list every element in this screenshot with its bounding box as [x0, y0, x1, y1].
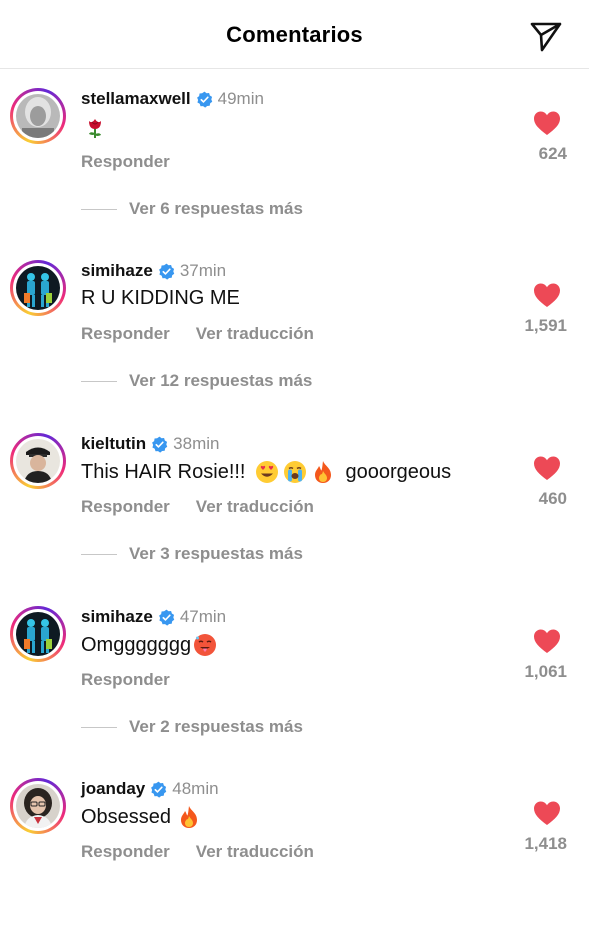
- heart-icon[interactable]: [533, 628, 561, 654]
- fire-emoji-icon: [315, 461, 332, 483]
- replies-divider: [81, 208, 117, 210]
- comment-item: joanday 48min Obsessed Responder Ver tra…: [0, 778, 589, 950]
- reply-button[interactable]: Responder: [81, 670, 170, 690]
- comment-meta: simihaze 47min: [81, 606, 226, 628]
- timestamp: 47min: [179, 607, 227, 626]
- comment-text: R U KIDDING ME: [81, 287, 240, 309]
- reply-button[interactable]: Responder: [81, 324, 170, 344]
- hot-face-emoji-icon: [194, 634, 217, 656]
- verified-badge-icon: [151, 781, 167, 798]
- like-count: 624: [538, 144, 567, 163]
- see-translation-button[interactable]: Ver traducción: [196, 324, 314, 344]
- like-count: 1,591: [524, 316, 567, 335]
- avatar[interactable]: [10, 260, 66, 316]
- avatar-photo: [16, 266, 60, 310]
- comment-meta: joanday 48min: [81, 778, 219, 800]
- view-replies-label: Ver 3 respuestas más: [129, 544, 303, 563]
- crying-face-emoji-icon: [284, 461, 307, 483]
- timestamp: 48min: [172, 779, 219, 798]
- avatar-photo: [16, 612, 60, 656]
- like-count: 460: [538, 489, 567, 508]
- replies-divider: [81, 726, 117, 728]
- view-replies-label: Ver 2 respuestas más: [129, 717, 303, 736]
- heart-icon[interactable]: [533, 110, 561, 136]
- verified-badge-icon: [152, 436, 168, 453]
- comment-actions: Responder: [81, 670, 170, 690]
- verified-badge-icon: [158, 263, 175, 280]
- comment-text: Omggggggg: [81, 633, 219, 657]
- comment-meta: stellamaxwell 49min: [81, 88, 264, 110]
- comment-text: [81, 115, 109, 139]
- comment-item: simihaze 47min Omggggggg Responder Ver 2…: [0, 606, 589, 778]
- avatar[interactable]: [10, 433, 66, 489]
- reply-button[interactable]: Responder: [81, 152, 170, 172]
- comment-actions: Responder Ver traducción: [81, 324, 314, 344]
- verified-badge-icon: [196, 91, 212, 108]
- comment-text: Obsessed: [81, 805, 203, 829]
- timestamp: 38min: [173, 434, 220, 453]
- page-title: Comentarios: [226, 22, 363, 47]
- view-replies-button[interactable]: Ver 6 respuestas más: [81, 199, 303, 219]
- username[interactable]: simihaze: [81, 607, 153, 627]
- like-count: 1,418: [524, 834, 567, 853]
- comment-item: stellamaxwell 49min Responder Ver 6 resp…: [0, 88, 589, 260]
- view-replies-button[interactable]: Ver 12 respuestas más: [81, 371, 312, 391]
- fire-emoji-icon: [181, 806, 198, 828]
- comment-actions: Responder: [81, 152, 170, 172]
- view-replies-button[interactable]: Ver 2 respuestas más: [81, 717, 303, 737]
- comment-item: kieltutin 38min This HAIR Rosie!!! gooor…: [0, 433, 589, 605]
- see-translation-button[interactable]: Ver traducción: [196, 497, 314, 517]
- comment-text: This HAIR Rosie!!! gooorgeous: [81, 460, 452, 483]
- comment-item: simihaze 37min R U KIDDING ME Responder …: [0, 260, 589, 432]
- username[interactable]: simihaze: [81, 261, 153, 281]
- comment-meta: kieltutin 38min: [81, 433, 219, 455]
- reply-button[interactable]: Responder: [81, 497, 170, 517]
- replies-divider: [81, 380, 117, 382]
- reply-button[interactable]: Responder: [81, 842, 170, 862]
- avatar-photo: [16, 94, 60, 138]
- username[interactable]: joanday: [81, 779, 145, 799]
- rose-emoji-icon: [89, 119, 101, 138]
- heart-eyes-face-emoji-icon: [256, 461, 279, 483]
- avatar[interactable]: [10, 88, 66, 144]
- like-count: 1,061: [524, 662, 567, 681]
- avatar[interactable]: [10, 606, 66, 662]
- header-bar: Comentarios: [0, 0, 589, 69]
- replies-divider: [81, 553, 117, 555]
- verified-badge-icon: [158, 609, 175, 626]
- view-replies-label: Ver 12 respuestas más: [129, 371, 313, 390]
- heart-icon[interactable]: [533, 455, 561, 481]
- timestamp: 37min: [179, 261, 227, 280]
- comment-actions: Responder Ver traducción: [81, 842, 314, 862]
- avatar[interactable]: [10, 778, 66, 834]
- heart-icon[interactable]: [533, 800, 561, 826]
- paper-plane-icon[interactable]: [528, 18, 564, 54]
- view-replies-button[interactable]: Ver 3 respuestas más: [81, 544, 303, 564]
- avatar-photo: [16, 439, 60, 483]
- comment-meta: simihaze 37min: [81, 260, 226, 282]
- view-replies-label: Ver 6 respuestas más: [129, 199, 303, 218]
- heart-icon[interactable]: [533, 282, 561, 308]
- username[interactable]: kieltutin: [81, 434, 146, 454]
- avatar-photo: [16, 784, 60, 828]
- see-translation-button[interactable]: Ver traducción: [196, 842, 314, 862]
- timestamp: 49min: [217, 89, 264, 108]
- username[interactable]: stellamaxwell: [81, 89, 191, 109]
- comment-actions: Responder Ver traducción: [81, 497, 314, 517]
